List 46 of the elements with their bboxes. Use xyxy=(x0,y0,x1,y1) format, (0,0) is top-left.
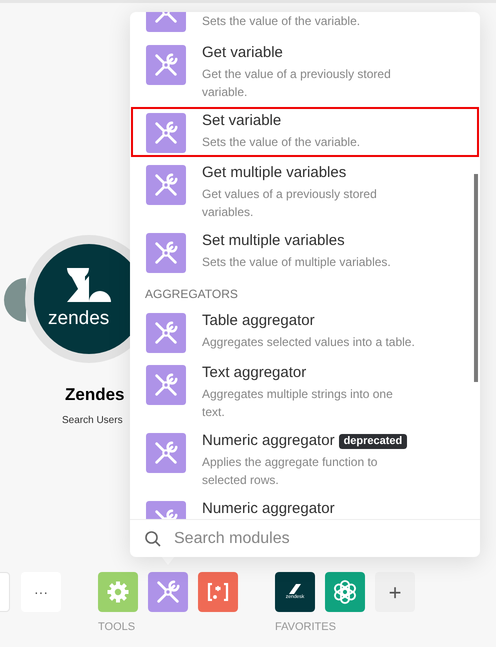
search-icon xyxy=(144,530,162,548)
section-header: AGGREGATORS xyxy=(144,286,239,303)
module-description: Aggregates multiple strings into one text. xyxy=(202,386,394,421)
module-item[interactable]: Sets the value of the variable. xyxy=(130,12,480,38)
module-title: Table aggregator xyxy=(202,311,315,331)
module-description: Get the value of a previously stored variable. xyxy=(202,66,392,101)
module-node[interactable]: zendes xyxy=(25,235,130,363)
module-description: Sets the value of the variable. xyxy=(202,134,362,151)
gear-icon xyxy=(106,580,130,604)
module-title: Text aggregator xyxy=(202,363,306,383)
search-field[interactable]: Search modules xyxy=(174,526,466,550)
module-item[interactable]: Set multiple variables Sets the value of multiple variables. xyxy=(130,226,480,278)
module-description: Aggregates selected values into a table. xyxy=(202,334,416,351)
node-title: Zendes xyxy=(65,385,125,405)
module-title: Set variable xyxy=(202,111,282,131)
more-button[interactable]: ··· xyxy=(21,572,61,612)
tools-label: TOOLS xyxy=(98,620,136,634)
knot-logo-icon xyxy=(331,578,359,606)
tool-button[interactable] xyxy=(98,572,138,612)
module-title: Get variable xyxy=(202,43,283,63)
module-title: Set multiple variables xyxy=(202,231,345,251)
module-title: Get multiple variables xyxy=(202,163,346,183)
tool-button[interactable] xyxy=(148,572,188,612)
logo-text: zendes xyxy=(48,308,110,330)
module-title: Numeric aggregator xyxy=(202,499,335,519)
module-item[interactable]: Text aggregator Aggregates multiple strings into one text. xyxy=(130,358,480,426)
add-button[interactable]: + xyxy=(375,572,415,612)
module-item[interactable]: Table aggregator Aggregates selected values into a table. xyxy=(130,306,480,358)
module-title: Numeric aggregator xyxy=(202,431,335,451)
module-description: Sets the value of multiple variables. xyxy=(202,254,392,271)
openai-button[interactable] xyxy=(325,572,365,612)
module-item[interactable]: Numeric aggregator deprecated Applies the aggregate function to selected rows. xyxy=(130,426,480,494)
tool-button[interactable] xyxy=(198,572,238,612)
module-item[interactable]: Get variable Get the value of a previously stored variable. xyxy=(130,38,480,106)
deprecated-badge: deprecated xyxy=(338,434,408,448)
module-description: Applies the aggregate function to selected rows. xyxy=(202,454,378,489)
scrollbar[interactable] xyxy=(474,174,478,382)
module-description: Get values of a previously stored variables. xyxy=(202,186,378,221)
module-item[interactable]: Set variable Sets the value of the variable. xyxy=(130,106,480,158)
connector-handle[interactable] xyxy=(4,278,26,322)
node-subtitle: Search Users xyxy=(62,414,123,428)
favorites-label: FAVORITES xyxy=(275,620,337,634)
brackets-icon xyxy=(207,583,229,601)
module-item[interactable]: Get multiple variables Get values of a previously stored variables. xyxy=(130,158,480,226)
module-item[interactable]: Numeric aggregator xyxy=(130,494,480,519)
module-description: Sets the value of the variable. xyxy=(202,13,362,30)
